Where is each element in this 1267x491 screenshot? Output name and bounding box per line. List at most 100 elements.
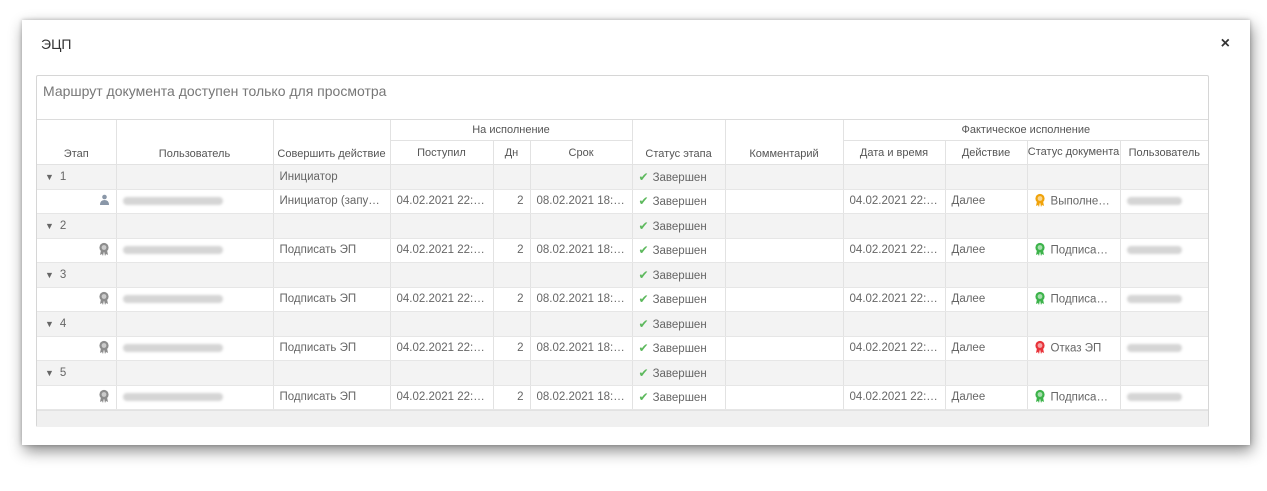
deadline-cell: 08.02.2021 18:… [530,238,633,263]
stage-cell [37,385,117,410]
action-cell: Инициатор [273,164,391,190]
act-cell: Далее [945,336,1028,361]
act-cell: Далее [945,287,1028,312]
stage-status-text: Завершен [652,171,707,184]
action-cell: Подписать ЭП [273,287,391,312]
stage-group-row[interactable]: ▼ 2 ✔ Завершен [37,213,1209,239]
days-cell [493,360,531,386]
doc-status-cell: Подписа… [1027,287,1121,312]
stage-cell[interactable]: ▼ 5 [37,360,117,386]
col-user[interactable]: Пользователь [116,120,274,165]
stage-cell[interactable]: ▼ 3 [37,262,117,288]
table-row[interactable]: Подписать ЭП 04.02.2021 22:… 2 08.02.2021 1… [37,336,1209,361]
col-group-actual: Фактическое исполнение [843,120,1209,141]
close-button[interactable]: × [1221,36,1230,52]
col-act[interactable]: Действие [945,140,1028,165]
doc-status-cell [1027,360,1121,386]
datetime-cell: 04.02.2021 22:… [843,336,946,361]
col-stage-status[interactable]: Статус этапа [632,120,726,165]
route-panel: Маршрут документа доступен только для пр… [36,75,1209,427]
comment-cell [725,238,844,263]
col-days[interactable]: Дн [493,140,531,165]
stage-group-row[interactable]: ▼ 3 ✔ Завершен [37,262,1209,288]
stage-number: 2 [59,219,67,232]
days-cell [493,213,531,239]
action-cell: Подписать ЭП [273,385,391,410]
user-cell [116,360,274,386]
col-act-user[interactable]: Пользователь [1120,140,1209,165]
doc-status-cell [1027,164,1121,190]
certificate-icon [98,340,110,357]
act-cell [945,262,1028,288]
stage-group-row[interactable]: ▼ 5 ✔ Завершен [37,360,1209,386]
comment-cell [725,262,844,288]
stage-cell[interactable]: ▼ 1 [37,164,117,190]
doc-status-text: Подписа… [1050,391,1108,404]
col-stage[interactable]: Этап [37,120,117,165]
deadline-cell [530,360,633,386]
doc-status-cell: Подписа… [1027,238,1121,263]
stage-cell [37,238,117,263]
comment-cell [725,336,844,361]
blurred-user-name [122,344,223,353]
blurred-user-name [1126,295,1182,304]
doc-status-cell: Подписа… [1027,385,1121,410]
table-row[interactable]: Подписать ЭП 04.02.2021 22:… 2 08.02.2021 1… [37,238,1209,263]
table-row[interactable]: Инициатор (запу… 04.02.2021 22:… 2 08.02.20… [37,189,1209,214]
deadline-cell: 08.02.2021 18:… [530,336,633,361]
received-cell: 04.02.2021 22:… [390,287,494,312]
comment-cell [725,385,844,410]
doc-status-cell: Отказ ЭП [1027,336,1121,361]
table-row[interactable]: Подписать ЭП 04.02.2021 22:… 2 08.02.2021 1… [37,287,1209,312]
action-cell [273,262,391,288]
act-cell [945,360,1028,386]
user-cell [116,385,274,410]
col-deadline[interactable]: Срок [530,140,633,165]
comment-cell [725,311,844,337]
collapse-caret-icon[interactable]: ▼ [45,270,54,280]
check-icon: ✔ [638,316,649,331]
check-icon: ✔ [638,243,649,258]
user-cell [116,189,274,214]
datetime-cell: 04.02.2021 22:… [843,385,946,410]
col-datetime[interactable]: Дата и время [843,140,946,165]
stage-status-cell: ✔ Завершен [632,360,726,386]
action-cell: Инициатор (запу… [273,189,391,214]
doc-status-text: Отказ ЭП [1050,342,1102,355]
act-cell: Далее [945,385,1028,410]
user-cell [116,311,274,337]
col-received[interactable]: Поступил [390,140,494,165]
act-user-cell [1120,311,1209,337]
status-medal-icon [1034,242,1046,259]
stage-status-cell: ✔ Завершен [632,385,726,410]
col-doc-status[interactable]: Статус документа [1027,140,1121,165]
user-icon [99,194,110,208]
collapse-caret-icon[interactable]: ▼ [45,221,54,231]
stage-group-row[interactable]: ▼ 1 Инициатор ✔ Завершен [37,164,1209,190]
stage-cell[interactable]: ▼ 2 [37,213,117,239]
status-medal-icon [1034,291,1046,308]
action-cell: Подписать ЭП [273,336,391,361]
blurred-user-name [1126,246,1182,255]
col-action[interactable]: Совершить действие [273,120,391,165]
deadline-cell [530,164,633,190]
collapse-caret-icon[interactable]: ▼ [45,368,54,378]
collapse-caret-icon[interactable]: ▼ [45,172,54,182]
col-comment[interactable]: Комментарий [725,120,844,165]
stage-cell[interactable]: ▼ 4 [37,311,117,337]
collapse-caret-icon[interactable]: ▼ [45,319,54,329]
stage-status-text: Завершен [652,269,707,282]
stage-status-text: Завершен [652,294,707,307]
stage-group-row[interactable]: ▼ 4 ✔ Завершен [37,311,1209,337]
route-table: Этап Пользователь Совершить действие На … [37,120,1209,410]
user-cell [116,164,274,190]
doc-status-cell [1027,311,1121,337]
stage-status-text: Завершен [652,196,707,209]
received-cell: 04.02.2021 22:… [390,385,494,410]
check-icon: ✔ [638,365,649,380]
days-cell: 2 [493,238,531,263]
table-row[interactable]: Подписать ЭП 04.02.2021 22:… 2 08.02.2021 1… [37,385,1209,410]
user-cell [116,238,274,263]
days-cell: 2 [493,336,531,361]
act-user-cell [1120,385,1209,410]
